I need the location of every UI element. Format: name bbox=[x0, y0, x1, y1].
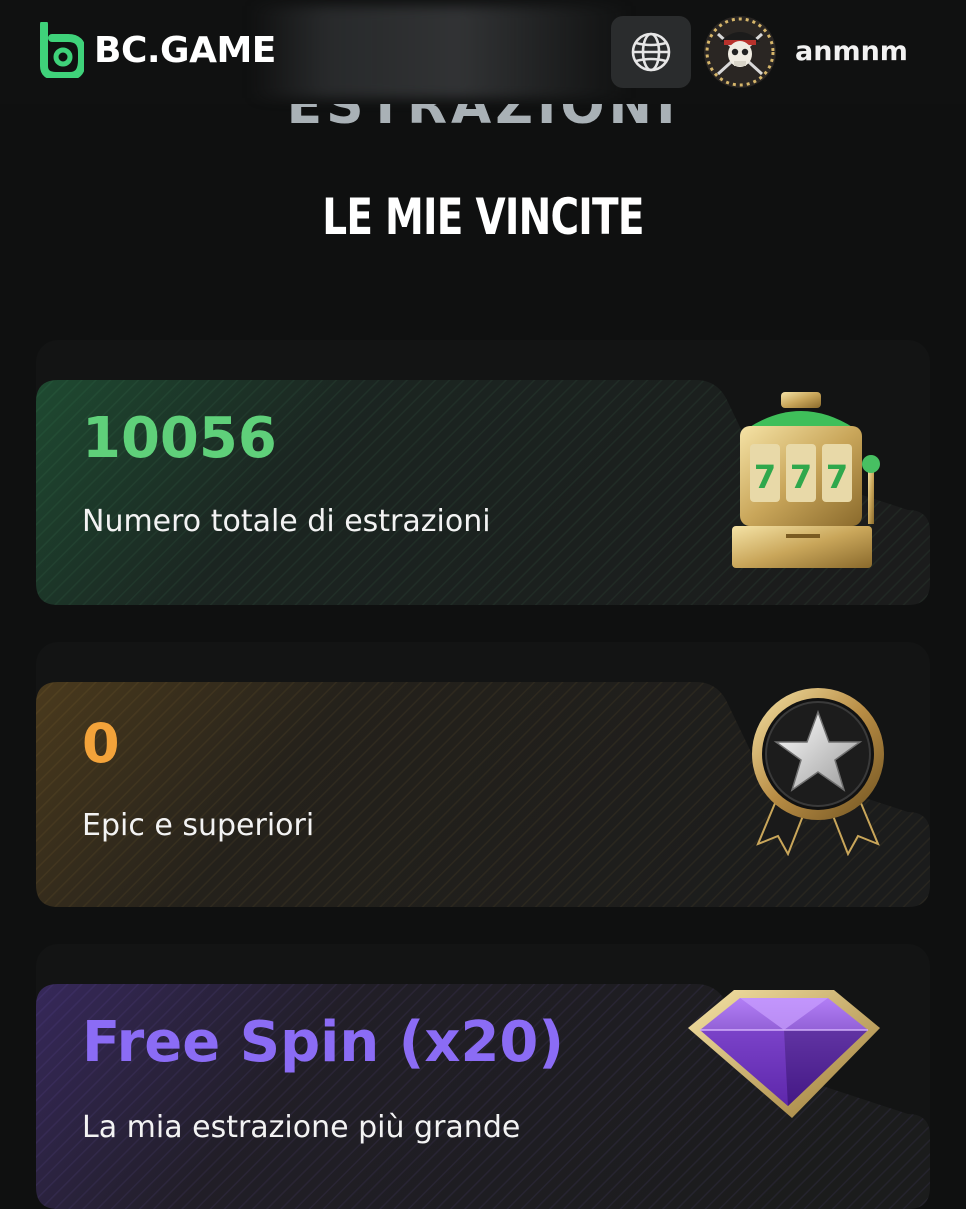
stat-card-biggest-draw: Free Spin (x20) La mia estrazione più gr… bbox=[36, 944, 930, 1209]
bc-logo-icon bbox=[40, 22, 84, 78]
svg-text:7: 7 bbox=[790, 458, 812, 496]
stat-label: La mia estrazione più grande bbox=[82, 1110, 521, 1145]
svg-text:7: 7 bbox=[826, 458, 848, 496]
star-medal-icon bbox=[752, 688, 884, 856]
stat-value: 0 bbox=[82, 712, 120, 775]
pirate-skull-avatar bbox=[704, 16, 776, 88]
stat-value: Free Spin (x20) bbox=[82, 1010, 564, 1075]
section-title: ESTRAZIONI bbox=[286, 104, 680, 136]
stat-card-epic: 0 Epic e superiori bbox=[36, 642, 930, 907]
svg-text:7: 7 bbox=[754, 458, 776, 496]
brand-name: BC.GAME bbox=[94, 29, 276, 71]
stat-label: Epic e superiori bbox=[82, 808, 315, 843]
slot-machine-icon: 7 7 7 bbox=[732, 392, 880, 568]
stat-card-total-draws: 10056 Numero totale di estrazioni 7 7 7 bbox=[36, 340, 930, 605]
username[interactable]: anmnm bbox=[795, 36, 908, 67]
top-header: BC.GAME anmnm bbox=[0, 0, 966, 104]
purple-diamond-icon bbox=[688, 990, 880, 1118]
stat-value: 10056 bbox=[82, 406, 277, 471]
blurred-header-area bbox=[250, 6, 630, 98]
globe-icon bbox=[631, 32, 671, 72]
user-avatar[interactable] bbox=[704, 16, 776, 88]
brand-logo[interactable]: BC.GAME bbox=[36, 22, 276, 78]
stat-label: Numero totale di estrazioni bbox=[82, 504, 491, 539]
language-button[interactable] bbox=[611, 16, 691, 88]
page-heading: LE MIE VINCITE bbox=[322, 188, 644, 246]
